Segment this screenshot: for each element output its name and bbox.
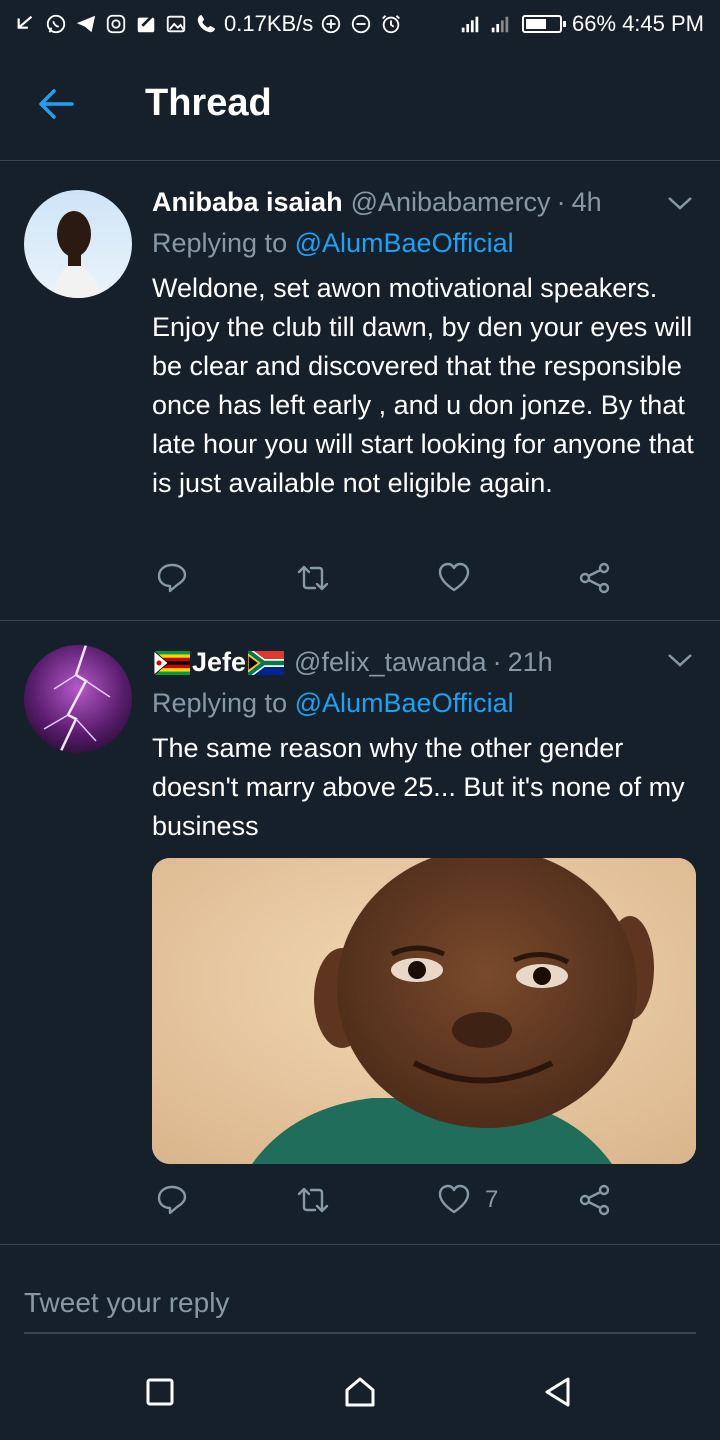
avatar[interactable] <box>24 645 132 753</box>
tweet-image[interactable] <box>152 858 696 1164</box>
replying-to: Replying to @AlumBaeOfficial <box>152 228 514 259</box>
battery-percent: 66% <box>572 11 617 36</box>
like-button[interactable] <box>437 561 485 595</box>
south-africa-flag-icon <box>248 650 285 675</box>
replying-to-label: Replying to <box>152 228 288 258</box>
home-icon <box>345 1377 375 1407</box>
home-button[interactable] <box>338 1370 382 1414</box>
status-right: 66% 4:45 PM <box>458 11 704 37</box>
tweet-actions <box>152 561 652 601</box>
navigation-bar <box>0 1340 720 1440</box>
display-name[interactable]: Jefe <box>192 647 246 678</box>
status-bar: 0.17KB/s 66% 4:45 PM <box>0 0 720 48</box>
reply-button[interactable] <box>155 561 189 595</box>
display-name[interactable]: Anibaba isaiah <box>152 187 343 218</box>
back-triangle-icon <box>545 1377 570 1407</box>
tweet-time: 21h <box>507 647 553 677</box>
user-handle[interactable]: @Anibabamercy <box>351 187 551 218</box>
reply-icon <box>157 563 187 593</box>
minus-circle-icon <box>349 12 373 36</box>
gallery-icon <box>164 12 188 36</box>
retweet-icon <box>297 1187 329 1213</box>
thread-header: Thread <box>0 48 720 161</box>
retweet-button[interactable] <box>296 1183 330 1217</box>
add-circle-icon <box>319 12 343 36</box>
edit-box-icon <box>134 12 158 36</box>
signal-icon <box>458 12 482 36</box>
signal-4g-icon <box>488 12 512 36</box>
clock: 4:45 PM <box>622 11 704 36</box>
square-icon <box>146 1378 174 1406</box>
tweet-actions: 7 <box>152 1183 652 1223</box>
zimbabwe-flag-icon <box>154 650 190 675</box>
retweet-icon <box>297 565 329 591</box>
chevron-down-icon[interactable] <box>664 191 696 215</box>
recent-apps-button[interactable] <box>138 1370 182 1414</box>
tweet-header: Anibaba isaiah @Anibabamercy · 4h <box>152 187 602 218</box>
back-arrow-icon <box>39 89 74 119</box>
heart-icon <box>438 1184 470 1214</box>
share-button[interactable] <box>578 1183 612 1217</box>
alarm-icon <box>379 12 403 36</box>
heart-icon <box>438 562 470 592</box>
back-nav-button[interactable] <box>536 1370 580 1414</box>
avatar[interactable] <box>24 190 132 298</box>
replying-to-mention[interactable]: @AlumBaeOfficial <box>295 688 514 718</box>
reply-bar <box>0 1250 720 1336</box>
tweet-text: The same reason why the other gender doe… <box>152 733 685 841</box>
phone-icon <box>194 12 218 36</box>
tweet-reply-input[interactable] <box>24 1274 696 1334</box>
tweet-time: 4h <box>571 187 602 217</box>
separator-dot: · <box>556 187 566 217</box>
separator-dot: · <box>492 647 502 677</box>
chevron-down-icon[interactable] <box>664 648 696 672</box>
whatsapp-icon <box>44 12 68 36</box>
tweet[interactable]: Anibaba isaiah @Anibabamercy · 4h Replyi… <box>0 165 720 621</box>
status-left: 0.17KB/s <box>14 11 403 37</box>
share-icon <box>579 1184 610 1216</box>
share-icon <box>579 562 610 594</box>
like-button[interactable]: 7 <box>437 1183 498 1217</box>
like-count: 7 <box>485 1186 499 1213</box>
page-title: Thread <box>145 82 272 124</box>
battery-icon <box>522 15 567 33</box>
instagram-icon <box>104 12 128 36</box>
retweet-button[interactable] <box>296 561 330 595</box>
back-button[interactable] <box>36 86 76 122</box>
replying-to: Replying to @AlumBaeOfficial <box>152 688 514 719</box>
reply-button[interactable] <box>155 1183 189 1217</box>
tweet-header: Jefe @felix_tawanda · 21h <box>152 647 553 678</box>
replying-to-label: Replying to <box>152 688 288 718</box>
missed-call-icon <box>14 12 38 36</box>
tweet[interactable]: Jefe @felix_tawanda · 21h Replying to @A… <box>0 621 720 1245</box>
child-photo <box>152 858 696 1164</box>
replying-to-mention[interactable]: @AlumBaeOfficial <box>295 228 514 258</box>
share-button[interactable] <box>578 561 612 595</box>
user-handle[interactable]: @felix_tawanda <box>294 647 487 678</box>
reply-icon <box>157 1185 187 1215</box>
network-speed: 0.17KB/s <box>224 11 314 36</box>
telegram-icon <box>74 12 98 36</box>
tweet-text: Weldone, set awon motivational speakers.… <box>152 273 694 498</box>
